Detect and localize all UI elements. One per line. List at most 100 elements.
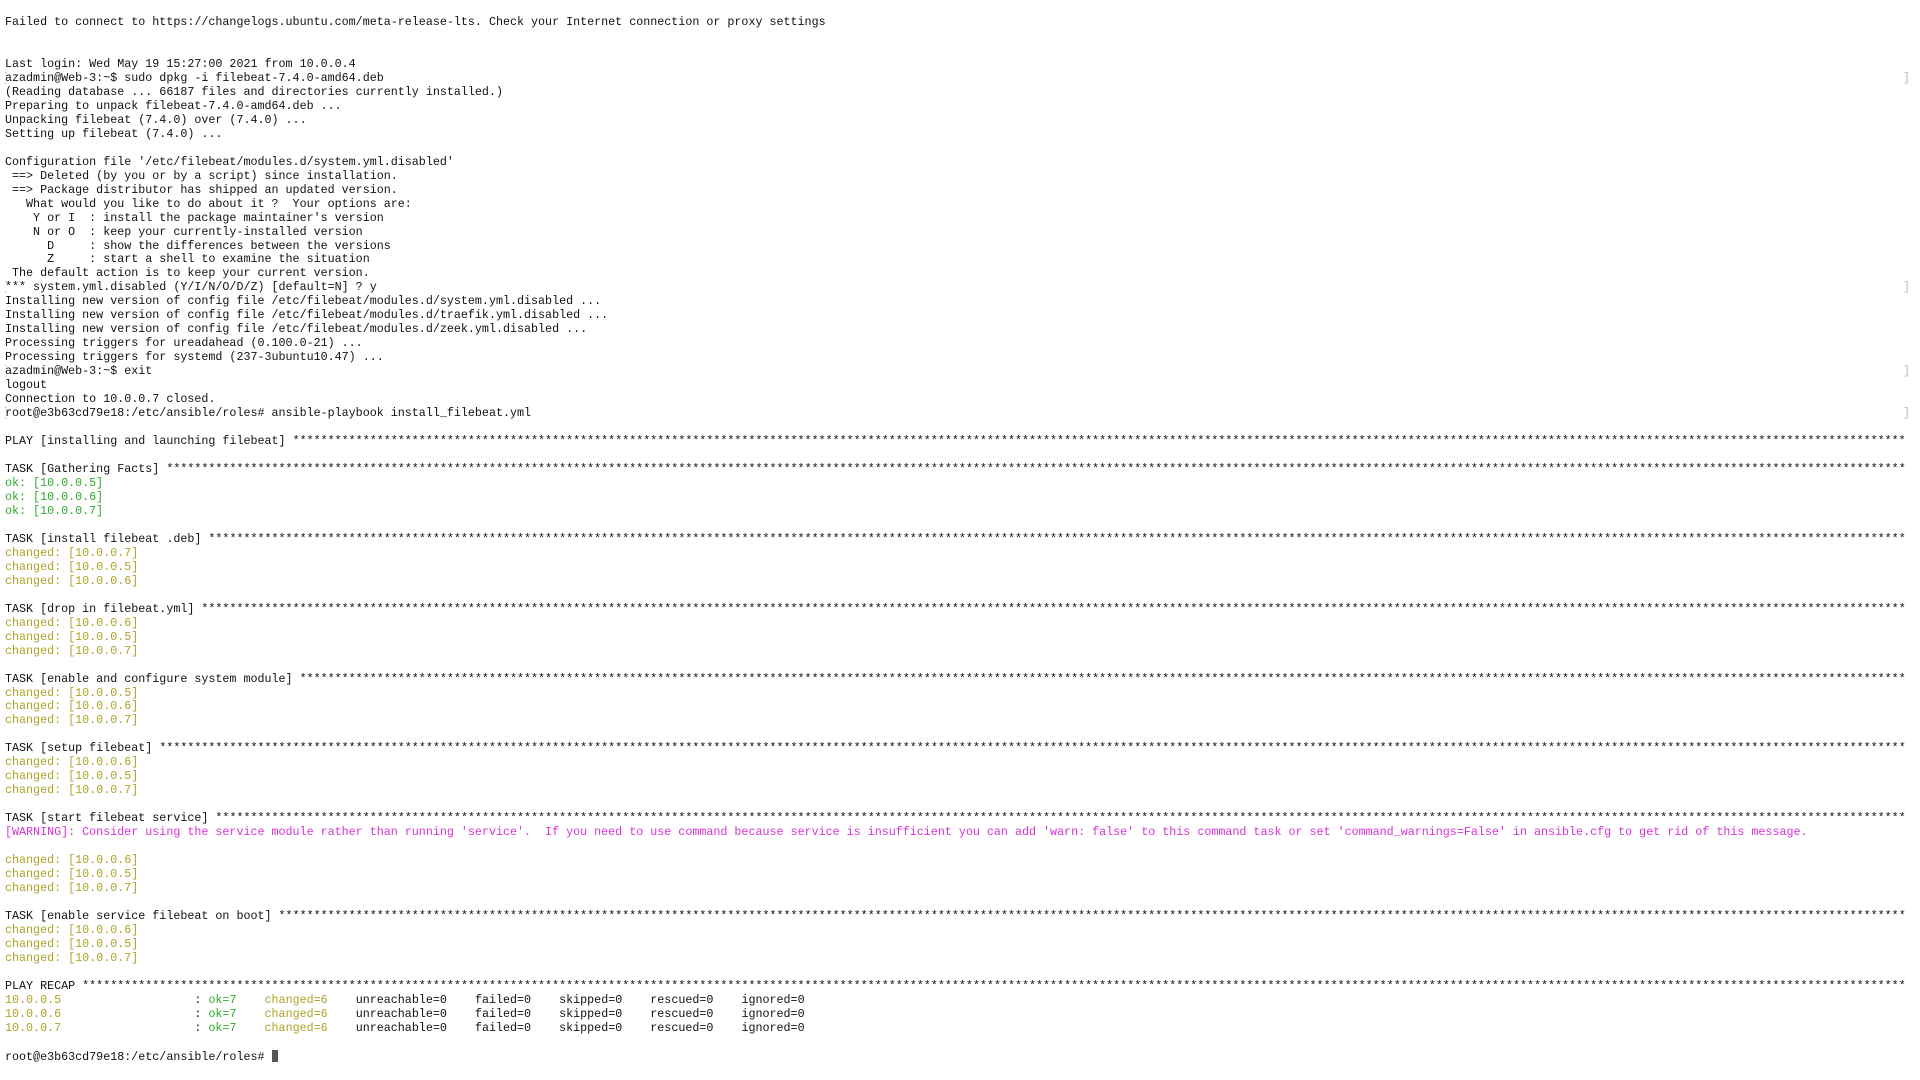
- changed-status: 10.0.0.7: [5, 1021, 195, 1035]
- output-text: ==> Package distributor has shipped an u…: [5, 183, 398, 197]
- terminal-line: changed: [10.0.0.7]: [5, 952, 1910, 966]
- output-text: (Reading database ... 66187 files and di…: [5, 85, 503, 99]
- changed-status: changed: [10.0.0.5]: [5, 630, 139, 644]
- terminal-line: [] *** system.yml.disabled (Y/I/N/O/D/Z) …: [5, 281, 1910, 295]
- terminal-line: PLAY RECAP *****************************…: [5, 980, 1910, 994]
- changed-status: 10.0.0.6: [5, 1007, 195, 1021]
- prompt-mark-icon: [: [5, 281, 8, 295]
- output-text: Processing triggers for systemd (237-3ub…: [5, 351, 384, 365]
- terminal-line: changed: [10.0.0.7]: [5, 547, 1910, 561]
- terminal-line: [] azadmin@Web-3:~$ sudo dpkg -i filebeat…: [5, 72, 1910, 86]
- terminal-line: ==> Package distributor has shipped an u…: [5, 184, 1910, 198]
- changed-status: changed=6: [264, 993, 328, 1007]
- output-text: D : show the differences between the ver…: [5, 239, 391, 253]
- output-text: TASK [enable and configure system module…: [5, 672, 300, 686]
- output-text: Installing new version of config file /e…: [5, 295, 602, 309]
- terminal-line: changed: [10.0.0.5]: [5, 687, 1910, 701]
- output-text: Configuration file '/etc/filebeat/module…: [5, 155, 454, 169]
- ok-status: ok=7: [208, 993, 237, 1007]
- output-text: Unpacking filebeat (7.4.0) over (7.4.0) …: [5, 113, 307, 127]
- terminal-line: TASK [enable service filebeat on boot] *…: [5, 910, 1910, 924]
- changed-status: changed: [10.0.0.7]: [5, 714, 139, 728]
- terminal-line: PLAY [installing and launching filebeat]…: [5, 435, 1910, 449]
- terminal-line: 10.0.0.5 : ok=7 changed=6 unreachable=0 …: [5, 994, 1910, 1008]
- terminal-line: changed: [10.0.0.6]: [5, 575, 1910, 589]
- terminal-line: Unpacking filebeat (7.4.0) over (7.4.0) …: [5, 114, 1910, 128]
- terminal-line: changed: [10.0.0.5]: [5, 938, 1910, 952]
- changed-status: changed=6: [264, 1007, 328, 1021]
- output-text: TASK [install filebeat .deb]: [5, 532, 209, 546]
- ok-status: ok: [10.0.0.7]: [5, 504, 104, 518]
- terminal-cursor[interactable]: [271, 1049, 278, 1062]
- terminal-line: The default action is to keep your curre…: [5, 267, 1910, 281]
- terminal-line: (Reading database ... 66187 files and di…: [5, 86, 1910, 100]
- terminal-line: Failed to connect to https://changelogs.…: [5, 16, 1910, 30]
- changed-status: changed: [10.0.0.5]: [5, 937, 139, 951]
- terminal-line: changed: [10.0.0.5]: [5, 770, 1910, 784]
- changed-status: changed: [10.0.0.5]: [5, 686, 139, 700]
- output-text: Setting up filebeat (7.4.0) ...: [5, 127, 223, 141]
- terminal-line: Installing new version of config file /e…: [5, 309, 1910, 323]
- terminal-line: N or O : keep your currently-installed v…: [5, 226, 1910, 240]
- terminal-line: [] root@e3b63cd79e18:/etc/ansible/roles# …: [5, 407, 1910, 421]
- prompt-mark-end-icon: ]: [1902, 407, 1910, 421]
- terminal-line: Connection to 10.0.0.7 closed.: [5, 393, 1910, 407]
- separator-stars: ****************************************…: [82, 979, 1906, 993]
- terminal-line: [WARNING]: Consider using the service mo…: [5, 826, 1910, 840]
- terminal-line: changed: [10.0.0.5]: [5, 561, 1910, 575]
- changed-status: changed: [10.0.0.6]: [5, 700, 139, 714]
- terminal-line: changed: [10.0.0.6]: [5, 924, 1910, 938]
- terminal-line: ok: [10.0.0.6]: [5, 491, 1910, 505]
- terminal-line: ==> Deleted (by you or by a script) sinc…: [5, 170, 1910, 184]
- terminal-line: ok: [10.0.0.5]: [5, 477, 1910, 491]
- terminal-line: changed: [10.0.0.7]: [5, 882, 1910, 896]
- changed-status: changed: [10.0.0.6]: [5, 574, 139, 588]
- separator-stars: ****************************************…: [159, 742, 1906, 756]
- ok-status: ok: [10.0.0.5]: [5, 476, 104, 490]
- output-text: N or O : keep your currently-installed v…: [5, 225, 363, 239]
- output-text: :: [194, 1021, 209, 1035]
- output-text: :: [194, 993, 209, 1007]
- prompt-mark-icon: [: [5, 407, 8, 421]
- terminal-line: changed: [10.0.0.6]: [5, 700, 1910, 714]
- separator-stars: ****************************************…: [166, 463, 1906, 476]
- changed-status: changed: [10.0.0.7]: [5, 882, 139, 896]
- changed-status: changed: [10.0.0.7]: [5, 784, 139, 798]
- terminal-line: Processing triggers for systemd (237-3ub…: [5, 351, 1910, 365]
- terminal-line: Processing triggers for ureadahead (0.10…: [5, 337, 1910, 351]
- terminal-line: What would you like to do about it ? You…: [5, 198, 1910, 212]
- terminal-line: Last login: Wed May 19 15:27:00 2021 fro…: [5, 58, 1910, 72]
- output-text: Processing triggers for ureadahead (0.10…: [5, 337, 363, 351]
- output-text: Last login: Wed May 19 15:27:00 2021 fro…: [5, 57, 356, 71]
- ok-status: ok=7: [208, 1007, 237, 1021]
- changed-status: changed: [10.0.0.7]: [5, 644, 139, 658]
- changed-status: changed: [10.0.0.6]: [5, 756, 139, 770]
- output-text: TASK [enable service filebeat on boot]: [5, 910, 279, 923]
- output-text: logout: [5, 379, 48, 393]
- separator-stars: ****************************************…: [278, 910, 1906, 923]
- output-text: Installing new version of config file /e…: [5, 323, 588, 337]
- output-text: TASK [start filebeat service]: [5, 812, 216, 826]
- terminal-line: changed: [10.0.0.7]: [5, 645, 1910, 659]
- changed-status: changed: [10.0.0.6]: [5, 923, 139, 937]
- terminal-line: Configuration file '/etc/filebeat/module…: [5, 156, 1910, 170]
- terminal-output[interactable]: Failed to connect to https://changelogs.…: [5, 16, 1910, 1064]
- ok-status: ok: [10.0.0.6]: [5, 490, 104, 504]
- changed-status: changed: [10.0.0.6]: [5, 616, 139, 630]
- terminal-line: root@e3b63cd79e18:/etc/ansible/roles#: [5, 1049, 1910, 1064]
- separator-stars: ****************************************…: [208, 532, 1906, 546]
- output-text: *** system.yml.disabled (Y/I/N/O/D/Z) [d…: [5, 281, 377, 295]
- terminal-line: TASK [Gathering Facts] *****************…: [5, 463, 1910, 477]
- terminal-line: changed: [10.0.0.7]: [5, 784, 1910, 798]
- terminal-line: 10.0.0.6 : ok=7 changed=6 unreachable=0 …: [5, 1008, 1910, 1022]
- terminal-line: 10.0.0.7 : ok=7 changed=6 unreachable=0 …: [5, 1022, 1910, 1036]
- output-text: TASK [setup filebeat]: [5, 742, 160, 756]
